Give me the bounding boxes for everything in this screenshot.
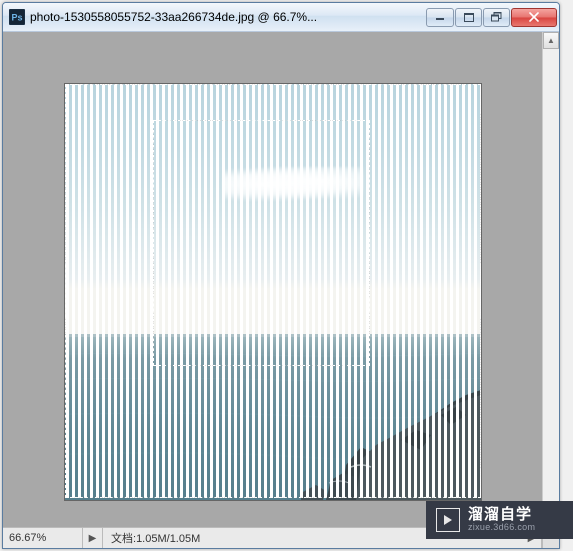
image-cloud	[223, 167, 363, 202]
doc-label: 文档:	[111, 533, 136, 545]
watermark-brand: 溜溜自学	[468, 507, 535, 524]
window-title: photo-1530558055752-33aa266734de.jpg @ 6…	[30, 10, 426, 24]
svg-text:Ps: Ps	[11, 13, 22, 23]
restore-button[interactable]	[483, 8, 510, 27]
app-window: Ps photo-1530558055752-33aa266734de.jpg …	[2, 2, 560, 549]
vertical-scrollbar[interactable]: ▲ ▼	[542, 32, 559, 527]
watermark-url: zixue.3d66.com	[468, 523, 535, 533]
titlebar[interactable]: Ps photo-1530558055752-33aa266734de.jpg …	[3, 3, 559, 32]
play-icon	[436, 508, 460, 532]
document-area[interactable]: ▲ ▼	[3, 32, 559, 527]
doc-size: 1.05M/1.05M	[136, 533, 200, 545]
canvas[interactable]	[65, 84, 481, 500]
scroll-up-button[interactable]: ▲	[543, 32, 559, 49]
app-icon: Ps	[9, 9, 25, 25]
zoom-level[interactable]: 66.67%	[3, 528, 83, 548]
close-button[interactable]	[511, 8, 557, 27]
image-rocks	[301, 385, 481, 500]
image-sky	[65, 84, 481, 334]
maximize-button[interactable]	[455, 8, 482, 27]
status-menu-icon[interactable]: ▶	[83, 528, 103, 548]
minimize-button[interactable]	[426, 8, 454, 27]
window-controls	[426, 8, 557, 27]
scroll-track[interactable]	[543, 49, 559, 510]
watermark: 溜溜自学 zixue.3d66.com	[426, 501, 573, 539]
